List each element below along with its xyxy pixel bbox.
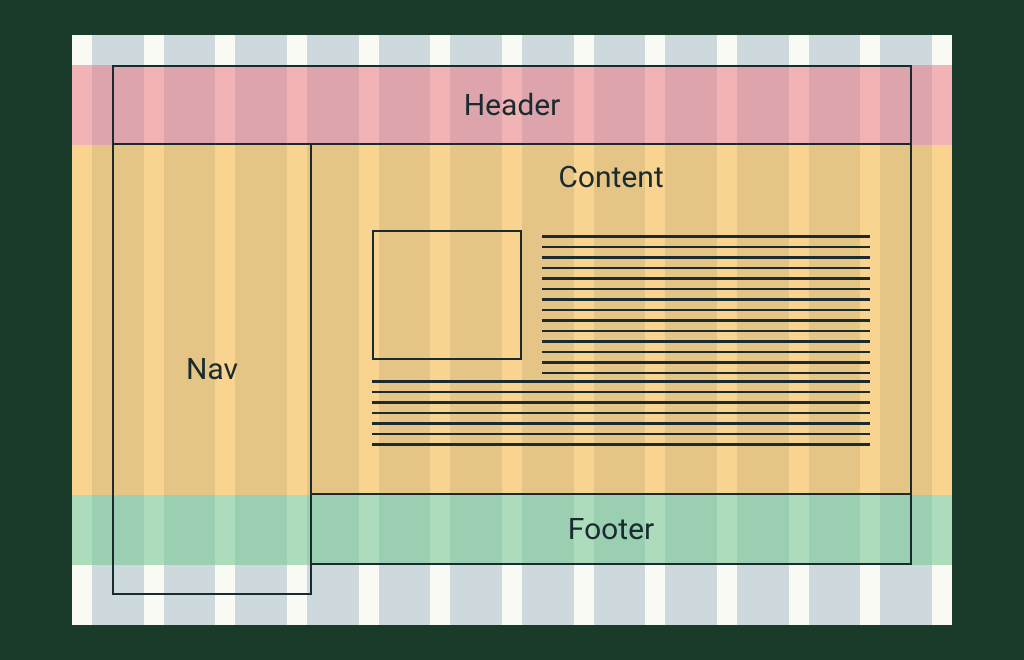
text-line (372, 443, 870, 446)
text-line (372, 433, 870, 436)
text-line (542, 319, 870, 322)
text-line (542, 246, 870, 249)
text-line (542, 372, 870, 375)
nav-label: Nav (186, 352, 238, 387)
text-line (372, 380, 870, 383)
footer-region: Footer (312, 495, 912, 565)
text-line (542, 309, 870, 312)
text-line (542, 361, 870, 364)
text-line (542, 256, 870, 259)
text-line (542, 267, 870, 270)
content-region: Content (312, 145, 912, 495)
layout-diagram: Header Nav Content (72, 35, 952, 625)
header-label: Header (464, 88, 561, 123)
text-line (542, 288, 870, 291)
text-line (372, 391, 870, 394)
header-region: Header (112, 65, 912, 145)
footer-label: Footer (568, 512, 654, 547)
text-line (542, 235, 870, 238)
text-line (542, 277, 870, 280)
image-placeholder (372, 230, 522, 360)
text-line (542, 330, 870, 333)
text-line (372, 401, 870, 404)
text-line (372, 422, 870, 425)
text-line (542, 340, 870, 343)
text-line (372, 412, 870, 415)
text-line (542, 298, 870, 301)
text-line (542, 351, 870, 354)
text-lines-full (372, 380, 870, 454)
nav-region: Nav (112, 145, 312, 595)
text-lines-wrapped (542, 235, 870, 382)
content-label: Content (558, 160, 663, 195)
